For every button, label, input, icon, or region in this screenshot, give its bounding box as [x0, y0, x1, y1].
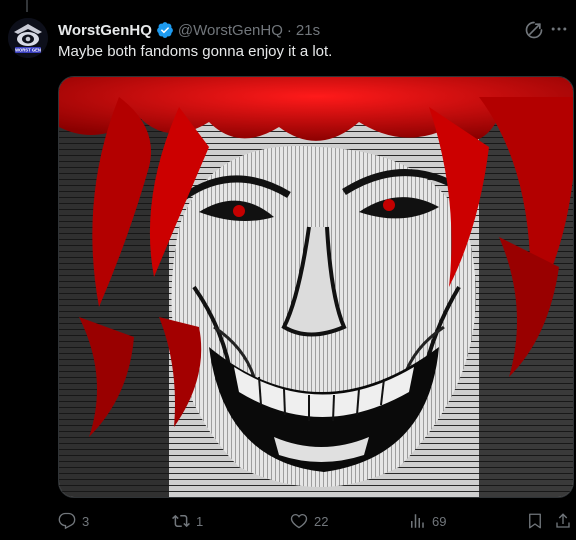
reply-button[interactable]: 3 [58, 508, 89, 534]
avatar-logo-text: WORST GEN [15, 48, 41, 53]
views-button[interactable]: 69 [408, 508, 446, 534]
tweet-header: WorstGenHQ @WorstGenHQ · 21s [58, 20, 536, 40]
heart-icon [290, 513, 308, 529]
author-name[interactable]: WorstGenHQ [58, 22, 152, 39]
grok-icon[interactable] [524, 20, 544, 40]
thread-connector-line [26, 0, 28, 12]
like-count: 22 [314, 513, 329, 529]
tweet-media-image[interactable] [58, 76, 574, 498]
tweet-actions: 3 1 22 69 [58, 508, 576, 534]
views-chart-icon [411, 514, 424, 528]
manga-illustration-icon [59, 77, 573, 497]
tweet-text: Maybe both fandoms gonna enjoy it a lot. [58, 43, 333, 60]
avatar[interactable]: WORST GEN [8, 18, 48, 58]
timestamp[interactable]: 21s [296, 22, 320, 39]
separator-dot: · [286, 21, 292, 39]
more-options-icon[interactable] [548, 18, 570, 40]
repost-count: 1 [196, 513, 204, 529]
avatar-logo-icon: WORST GEN [8, 18, 48, 58]
author-handle[interactable]: @WorstGenHQ [178, 22, 283, 39]
views-count: 69 [432, 513, 447, 529]
like-button[interactable]: 22 [290, 508, 328, 534]
bookmark-button[interactable] [526, 508, 544, 534]
reply-count: 3 [82, 513, 90, 529]
share-button[interactable] [554, 508, 572, 534]
bookmark-icon [529, 513, 541, 529]
reply-icon [58, 512, 76, 530]
verified-badge-icon[interactable] [156, 21, 174, 39]
repost-button[interactable]: 1 [172, 508, 203, 534]
repost-icon [172, 514, 190, 528]
share-icon [556, 513, 570, 528]
